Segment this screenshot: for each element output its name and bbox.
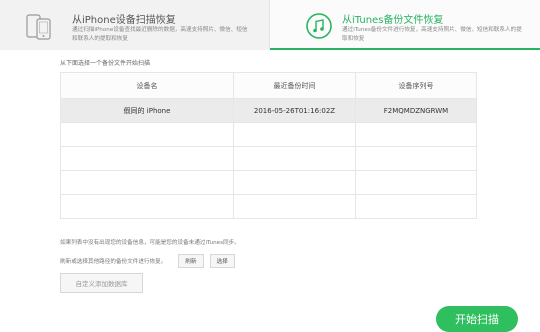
tab-itunes-title: 从iTunes备份文件恢复 [342,15,444,26]
cell-serial [355,170,477,195]
mode-tabs: 从iPhone设备扫描恢复 通过扫描iPhone设备查找最近删除的数据，高速支持… [0,0,540,50]
table-row[interactable] [60,194,477,219]
cell-backup-time [233,122,356,147]
sync-note: 如果列表中没有出现您的设备信息，可能是您的设备未通过iTunes同步。 [60,240,240,246]
music-note-icon [305,12,333,40]
table-row[interactable] [60,146,477,171]
cell-serial [355,122,477,147]
table-row[interactable] [60,122,477,147]
tab-iphone-desc: 通过扫描iPhone设备查找最近删除的数据，高速支持照片、微信、短信和联系人的提… [72,27,248,42]
column-serial: 设备序列号 [355,72,477,99]
table-row[interactable] [60,170,477,195]
iphone-icon [25,12,53,40]
tab-iphone-scan[interactable]: 从iPhone设备扫描恢复 通过扫描iPhone设备查找最近删除的数据，高速支持… [0,0,270,50]
column-backup-time: 最近备份时间 [233,72,356,99]
cell-backup-time: 2016-05-26T01:16:02Z [233,98,356,123]
backup-table: 设备名 最近备份时间 设备序列号 假同的 iPhone 2016-05-26T0… [60,72,477,219]
cell-serial [355,194,477,219]
start-scan-button[interactable]: 开始扫描 [436,306,518,332]
choose-button[interactable]: 选择 [209,254,235,268]
cell-device-name: 假同的 iPhone [60,98,234,123]
table-row[interactable]: 假同的 iPhone 2016-05-26T01:16:02Z F2MQMDZN… [60,98,477,123]
custom-database-button[interactable]: 自定义添加数据库 [60,273,143,293]
cell-device-name [60,170,234,195]
cell-backup-time [233,170,356,195]
tab-itunes-desc: 通过iTunes备份文件进行恢复，高速支持照片、微信、短信和联系人的提取和恢复 [342,27,522,42]
cell-backup-time [233,194,356,219]
refresh-label: 刷新或选择其他路径的备份文件进行恢复。 [60,259,167,265]
select-backup-hint: 从下面选择一个备份文件开始扫描 [60,60,151,67]
tab-iphone-title: 从iPhone设备扫描恢复 [72,15,176,26]
tab-itunes-backup[interactable]: 从iTunes备份文件恢复 通过iTunes备份文件进行恢复，高速支持照片、微信… [270,0,540,50]
cell-device-name [60,122,234,147]
column-device-name: 设备名 [60,72,234,99]
table-header-row: 设备名 最近备份时间 设备序列号 [60,72,477,99]
cell-device-name [60,146,234,171]
cell-serial: F2MQMDZNGRWM [355,98,477,123]
tab-divider [269,0,270,50]
cell-backup-time [233,146,356,171]
cell-serial [355,146,477,171]
refresh-row: 刷新或选择其他路径的备份文件进行恢复。 刷新 选择 [60,253,235,269]
cell-device-name [60,194,234,219]
refresh-button[interactable]: 刷新 [178,254,204,268]
